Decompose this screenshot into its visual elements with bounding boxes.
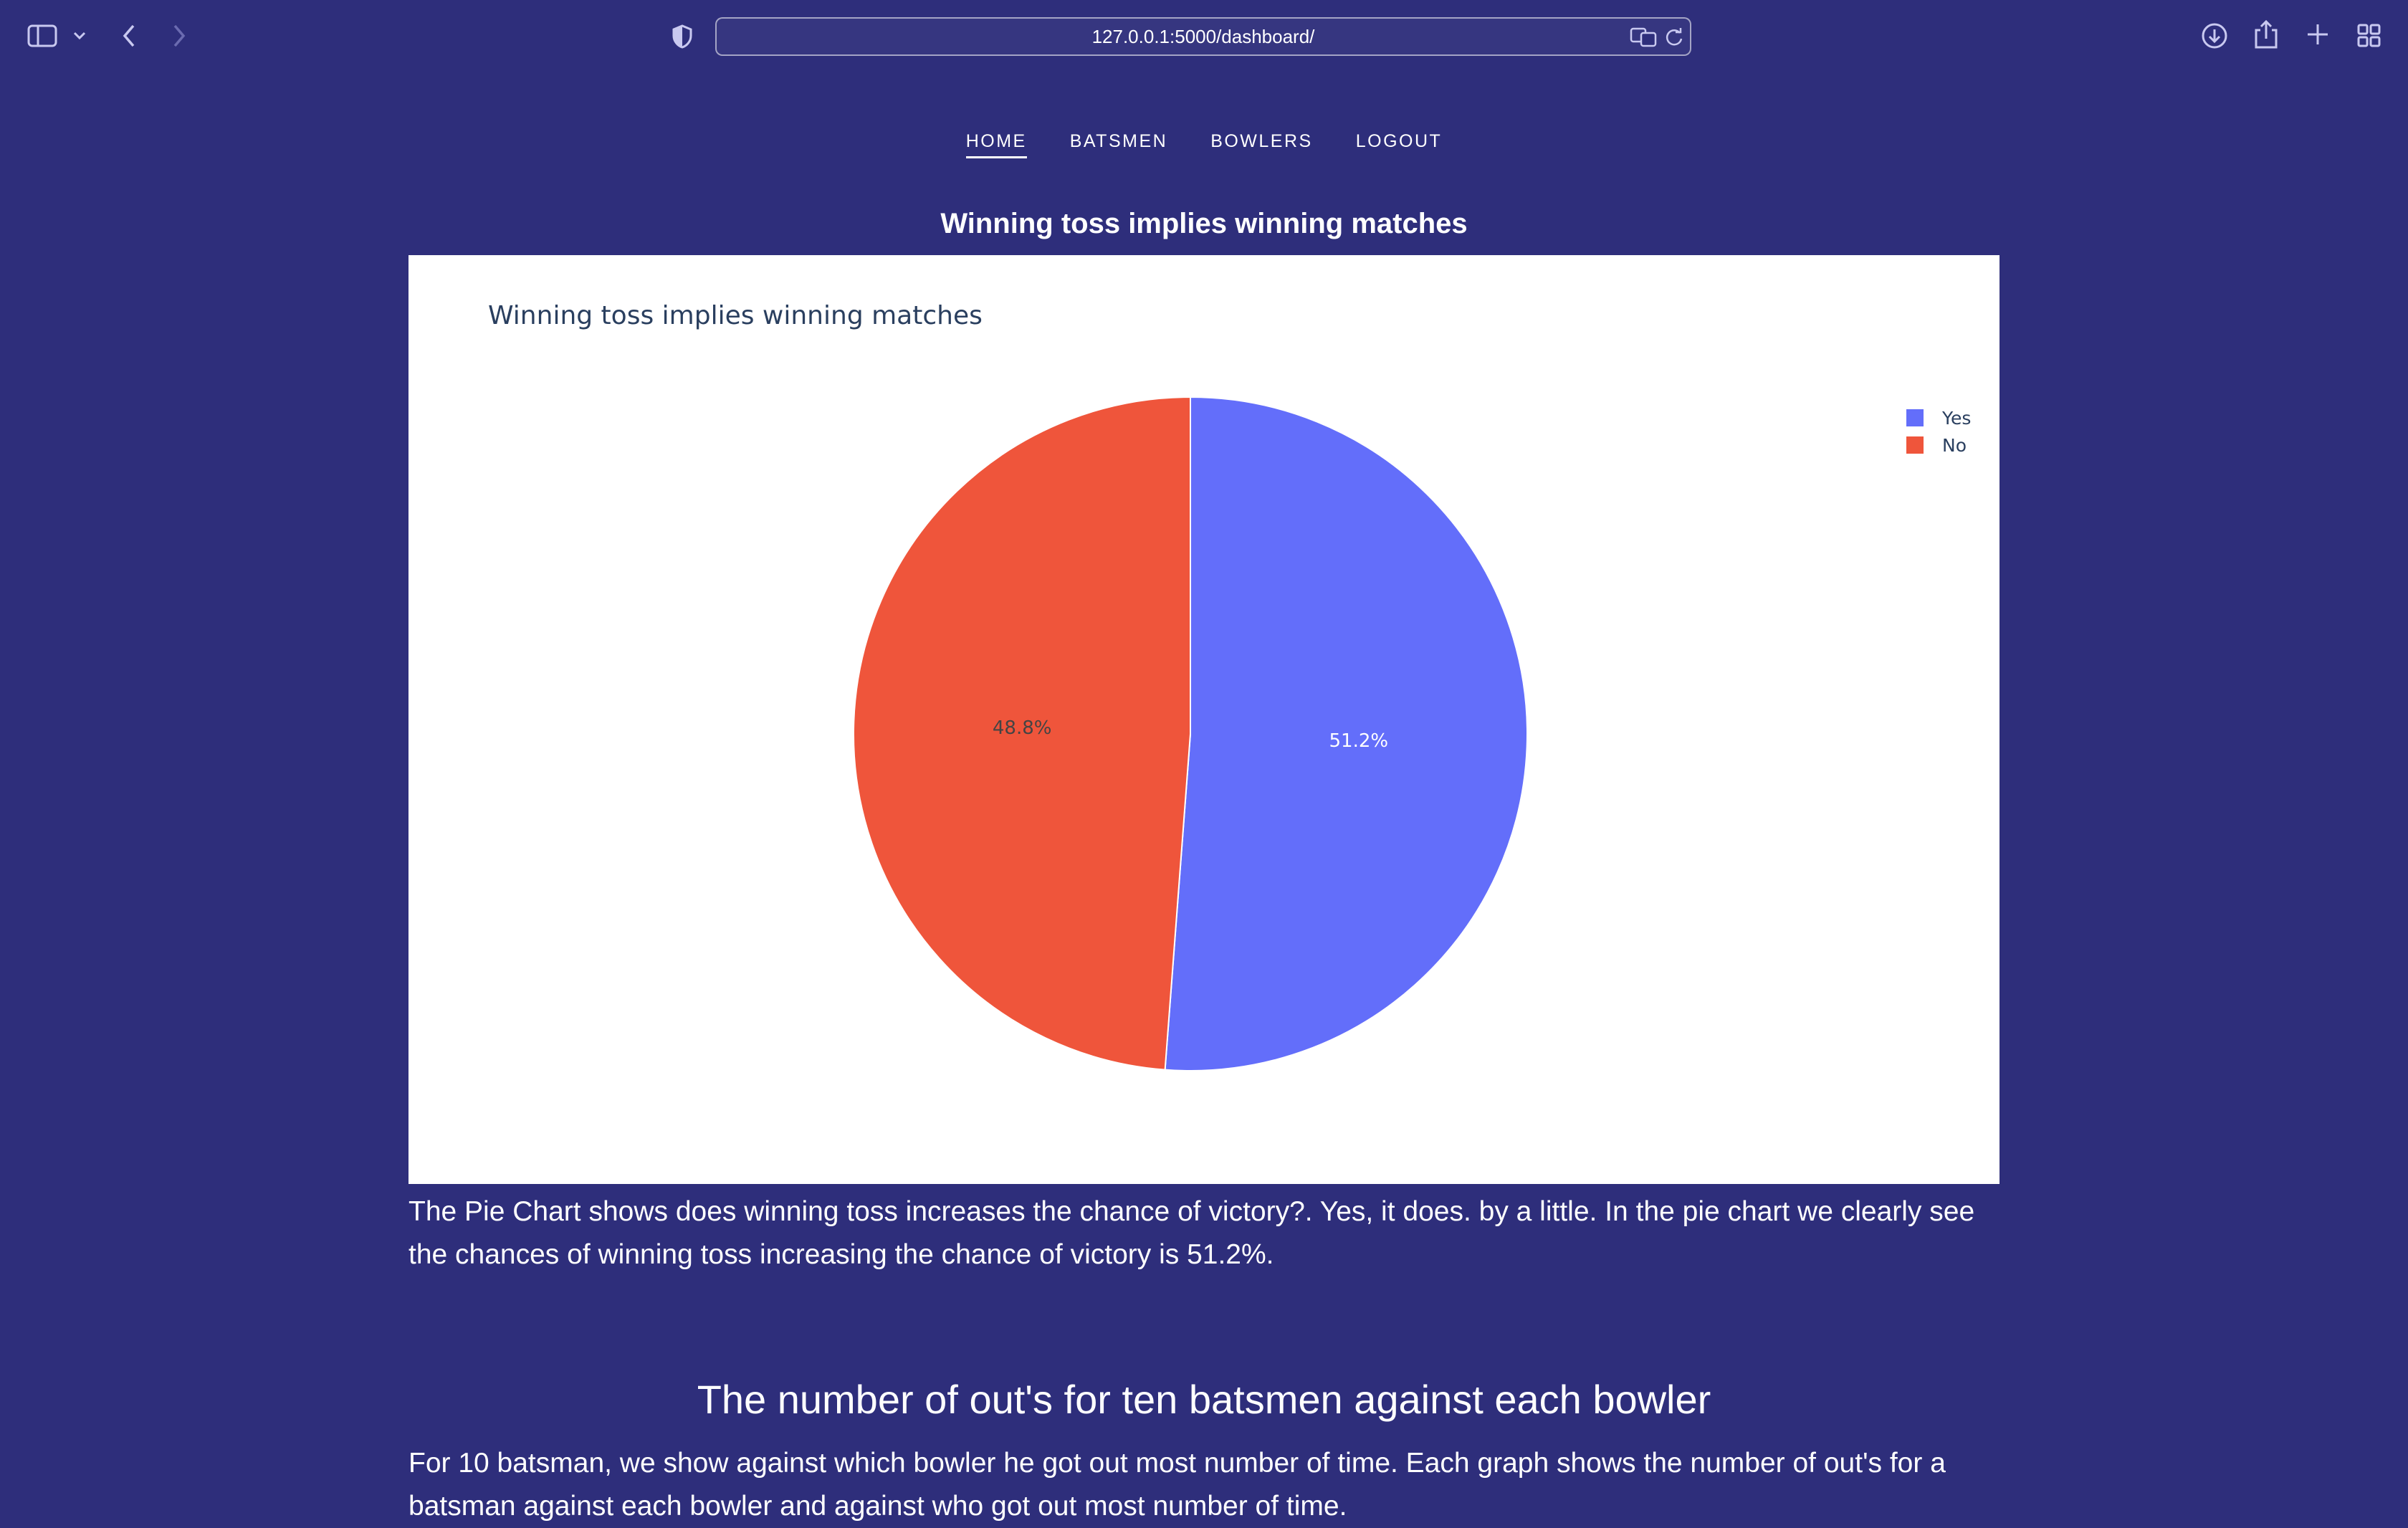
nav-home[interactable]: HOME [965,123,1027,158]
legend-label-no: No [1942,434,1967,456]
legend-item-no[interactable]: No [1906,431,1971,459]
browser-toolbar: 127.0.0.1:5000/dashboard/ [0,0,2408,72]
section2-description: For 10 batsman, we show against which bo… [408,1448,1946,1522]
tab-overview-icon[interactable] [2356,23,2382,49]
legend-swatch-yes [1906,409,1924,426]
pie-chart[interactable]: 51.2% 48.8% [408,255,2000,1184]
address-bar[interactable]: 127.0.0.1:5000/dashboard/ [715,17,1691,56]
section-title: Winning toss implies winning matches [940,208,1468,239]
section2-title: The number of out's for ten batsmen agai… [697,1377,1711,1422]
nav-logout[interactable]: LOGOUT [1356,123,1443,156]
pie-label-yes: 51.2% [1329,730,1389,752]
nav-bowlers[interactable]: BOWLERS [1210,123,1313,156]
back-icon[interactable] [120,23,138,49]
nav-batsmen[interactable]: BATSMEN [1070,123,1168,156]
share-icon[interactable] [2253,19,2279,50]
forward-icon[interactable] [171,23,188,49]
legend-item-yes[interactable]: Yes [1906,404,1971,431]
chart-description: The Pie Chart shows does winning toss in… [408,1196,1975,1270]
legend-swatch-no [1906,436,1924,454]
reload-icon[interactable] [1664,27,1684,47]
new-tab-icon[interactable] [2305,22,2331,47]
pie-chart-panel: Winning toss implies winning matches 51.… [408,255,2000,1184]
legend-label-yes: Yes [1942,407,1972,429]
sidebar-toggle-icon[interactable] [27,24,59,47]
chart-legend: Yes No [1906,404,1971,459]
url-text: 127.0.0.1:5000/dashboard/ [1091,26,1315,47]
shield-icon[interactable] [672,24,692,49]
translate-icon[interactable] [1630,27,1658,47]
chevron-down-icon[interactable] [72,29,87,43]
download-icon[interactable] [2200,22,2229,50]
main-nav: HOME BATSMEN BOWLERS LOGOUT [0,123,2408,166]
pie-label-no: 48.8% [993,717,1052,739]
